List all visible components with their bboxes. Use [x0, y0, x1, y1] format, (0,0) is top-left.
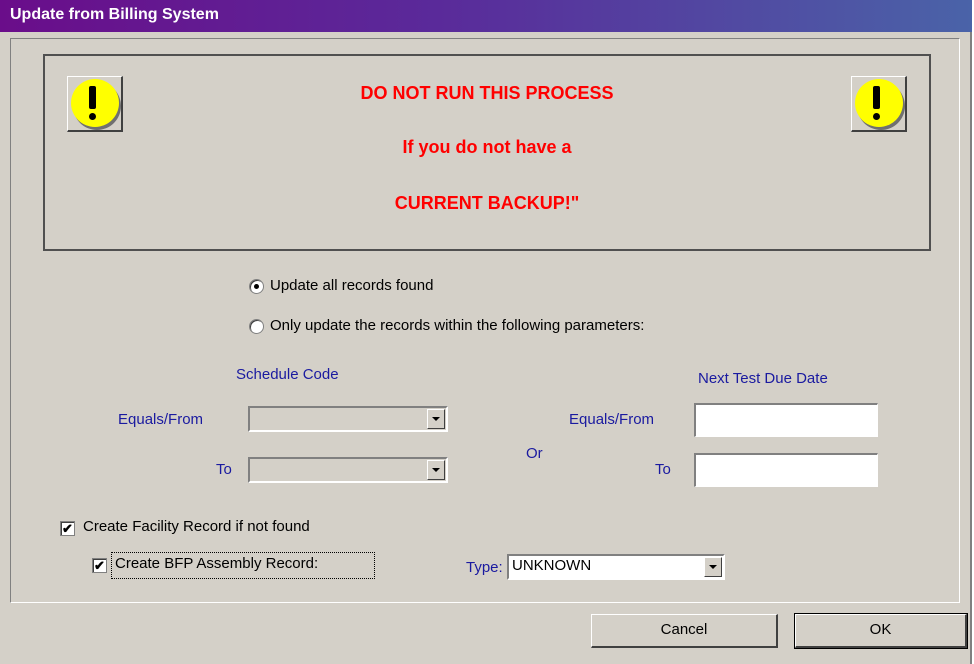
or-label: Or: [526, 445, 543, 462]
schedule-from-label: Equals/From: [118, 411, 204, 428]
update-params-radio[interactable]: [249, 319, 264, 334]
title-bar[interactable]: Update from Billing System: [0, 0, 972, 32]
warning-line-2: If you do not have a: [402, 137, 572, 157]
due-date-from-input[interactable]: [694, 403, 878, 437]
dialog-window: Update from Billing System DO NOT RUN TH…: [0, 0, 972, 664]
due-date-to-input[interactable]: [694, 453, 878, 487]
type-combo[interactable]: UNKNOWN: [507, 554, 725, 580]
create-bfp-checkbox[interactable]: ✔: [92, 558, 107, 573]
create-bfp-label[interactable]: Create BFP Assembly Record:: [115, 555, 318, 572]
schedule-from-combo[interactable]: [248, 406, 448, 432]
ok-button[interactable]: OK: [794, 613, 968, 649]
create-facility-label[interactable]: Create Facility Record if not found: [83, 518, 310, 535]
update-params-label[interactable]: Only update the records within the follo…: [270, 317, 644, 334]
type-value: UNKNOWN: [512, 557, 592, 574]
update-all-label[interactable]: Update all records found: [270, 277, 433, 294]
warning-line-1: DO NOT RUN THIS PROCESS: [360, 83, 614, 103]
window-title: Update from Billing System: [10, 6, 219, 23]
create-facility-checkbox[interactable]: ✔: [60, 521, 75, 536]
warning-line-3: CURRENT BACKUP!": [394, 193, 580, 213]
schedule-to-label: To: [216, 461, 232, 478]
schedule-code-heading: Schedule Code: [236, 366, 339, 383]
schedule-to-combo[interactable]: [248, 457, 448, 483]
main-panel: DO NOT RUN THIS PROCESS If you do not ha…: [10, 38, 960, 603]
due-date-from-label: Equals/From: [569, 411, 655, 428]
cancel-button[interactable]: Cancel: [591, 614, 778, 648]
chevron-down-icon[interactable]: [427, 409, 445, 429]
next-test-due-date-heading: Next Test Due Date: [698, 370, 828, 387]
chevron-down-icon[interactable]: [427, 460, 445, 480]
warning-box: DO NOT RUN THIS PROCESS If you do not ha…: [43, 54, 931, 251]
type-label: Type:: [466, 559, 503, 576]
chevron-down-icon[interactable]: [704, 557, 722, 577]
due-date-to-label: To: [655, 461, 671, 478]
update-all-radio[interactable]: [249, 279, 264, 294]
